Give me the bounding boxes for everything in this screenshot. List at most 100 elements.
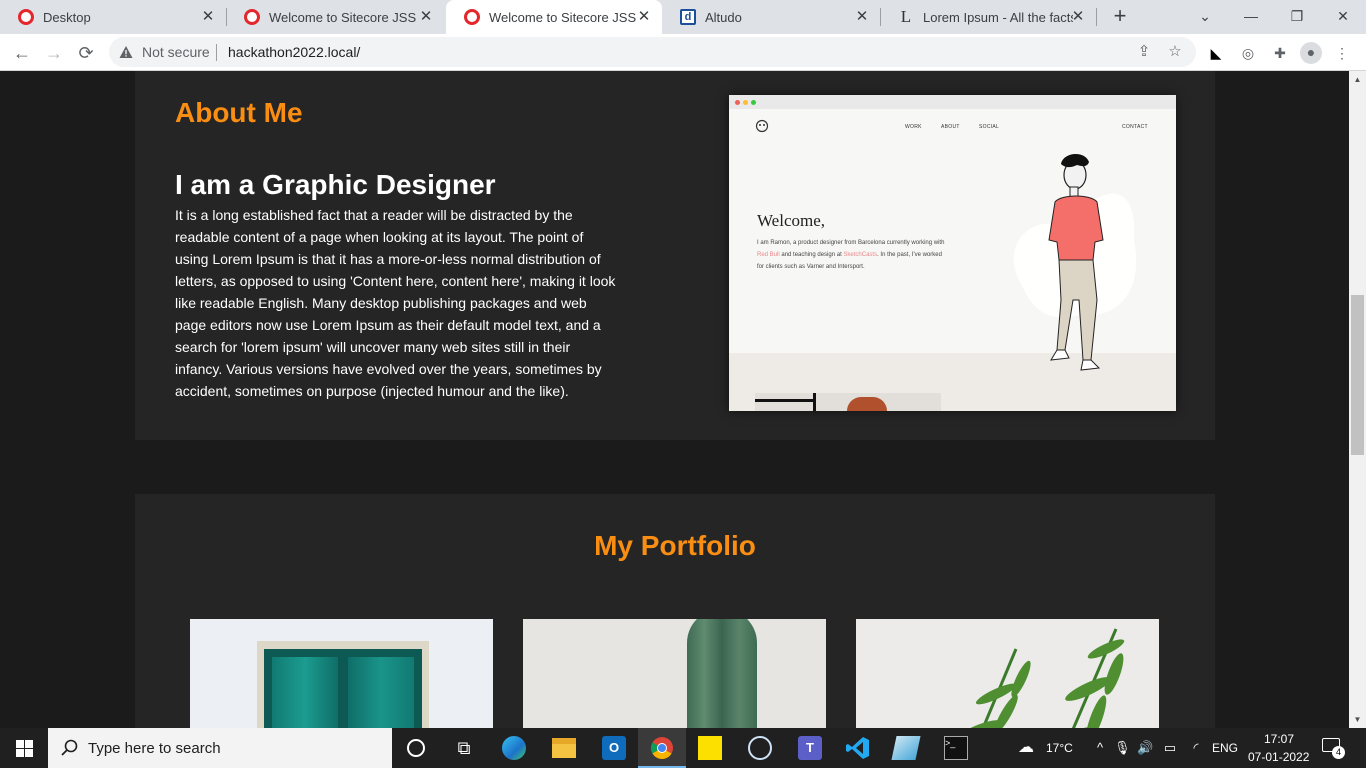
notification-center-button[interactable]: 4: [1322, 738, 1345, 759]
globe-icon: [748, 736, 772, 760]
clock-date[interactable]: 07-01-2022: [1248, 750, 1309, 764]
folder-icon: [552, 738, 576, 758]
share-icon[interactable]: ⇪: [1135, 43, 1153, 61]
cortana-button[interactable]: [392, 728, 440, 768]
taskbar-terminal[interactable]: >_: [932, 728, 980, 768]
close-icon[interactable]: ✕: [418, 9, 434, 25]
yellow-dot-icon: [743, 100, 748, 105]
chrome-icon: [651, 737, 673, 759]
about-body-text: It is a long established fact that a rea…: [175, 207, 616, 399]
opera-icon: [244, 9, 260, 25]
bookmark-star-icon[interactable]: ☆: [1166, 43, 1184, 61]
extension-circle-icon[interactable]: ◎: [1238, 43, 1258, 63]
task-view-button[interactable]: ⧉: [440, 728, 488, 768]
portfolio-card-window[interactable]: [190, 619, 493, 728]
taskbar-file-explorer[interactable]: [540, 728, 588, 768]
microphone-icon[interactable]: 🎙: [1114, 740, 1131, 756]
taskbar-edge[interactable]: [490, 728, 538, 768]
restore-button[interactable]: ❐: [1274, 0, 1320, 34]
tab-sitecore-active[interactable]: Welcome to Sitecore JSS ✕: [446, 0, 662, 34]
mockup-intro-a: I am Ramon, a product designer from Barc…: [757, 240, 945, 246]
illustration-person: [1013, 153, 1137, 371]
scroll-up-icon[interactable]: ▲: [1349, 71, 1366, 88]
task-view-icon: ⧉: [457, 738, 471, 758]
language-indicator[interactable]: ENG: [1212, 741, 1238, 755]
new-tab-button[interactable]: +: [1108, 5, 1132, 29]
weather-temperature[interactable]: 17°C: [1046, 741, 1073, 755]
green-dot-icon: [751, 100, 756, 105]
cactus-shape: [687, 619, 757, 728]
portfolio-card-cactus[interactable]: [523, 619, 826, 728]
address-bar[interactable]: Not secure hackathon2022.local/ ⇪ ☆: [109, 37, 1196, 67]
cortana-icon: [407, 739, 425, 757]
battery-icon[interactable]: ▭: [1162, 740, 1178, 756]
profile-avatar[interactable]: ●: [1300, 42, 1322, 64]
page-viewport: About Me I am a Graphic Designer It is a…: [0, 71, 1349, 728]
close-icon[interactable]: ✕: [854, 9, 870, 25]
mockup-logo-icon: [755, 119, 769, 133]
clock-time[interactable]: 17:07: [1264, 732, 1294, 746]
page-scrollbar[interactable]: ▲ ▼: [1349, 71, 1366, 728]
mockup-welcome: Welcome,: [757, 211, 826, 230]
lipsum-icon: L: [900, 7, 912, 26]
tab-altudo[interactable]: d Altudo ✕: [662, 0, 880, 34]
wifi-icon[interactable]: ◜: [1188, 740, 1204, 756]
close-icon[interactable]: ✕: [1070, 9, 1086, 25]
taskbar-search-placeholder[interactable]: Type here to search: [88, 740, 221, 757]
windows-start-icon[interactable]: [16, 740, 33, 757]
taskbar-app-blue[interactable]: [882, 728, 930, 768]
vscode-icon: [846, 737, 869, 759]
minimize-button[interactable]: —: [1228, 0, 1274, 34]
taskbar-search-box[interactable]: Type here to search: [48, 728, 392, 768]
opera-icon: [464, 9, 480, 25]
opera-icon: [18, 9, 34, 25]
windows-taskbar: Type here to search ⧉ O T >_ ☁ 17°C ^ 🎙 …: [0, 728, 1366, 768]
back-button[interactable]: ←: [8, 39, 36, 67]
close-icon[interactable]: ✕: [200, 9, 216, 25]
taskbar-teams[interactable]: T: [786, 728, 834, 768]
portfolio-section: My Portfolio: [135, 494, 1215, 728]
notification-count-badge: 4: [1332, 746, 1345, 759]
scrollbar-thumb[interactable]: [1351, 295, 1364, 455]
close-window-button[interactable]: ✕: [1320, 0, 1366, 34]
show-hidden-icons-chevron-icon[interactable]: ^: [1092, 740, 1108, 756]
forward-button[interactable]: →: [40, 39, 68, 67]
tab-lorem-ipsum[interactable]: L Lorem Ipsum - All the facts - ✕: [880, 0, 1096, 34]
about-section: About Me I am a Graphic Designer It is a…: [135, 71, 1215, 440]
tab-desktop[interactable]: Desktop ✕: [0, 0, 226, 34]
mockup-intro: I am Ramon, a product designer from Barc…: [757, 237, 947, 273]
close-icon[interactable]: ✕: [636, 9, 652, 25]
scroll-down-icon[interactable]: ▼: [1349, 711, 1366, 728]
search-icon: [61, 739, 78, 756]
taskbar-outlook[interactable]: O: [590, 728, 638, 768]
security-label[interactable]: Not secure: [142, 44, 210, 60]
window-shutters: [264, 649, 422, 728]
portfolio-card-fern[interactable]: [856, 619, 1159, 728]
mockup-window-bar: [729, 95, 1176, 109]
weather-cloud-icon[interactable]: ☁: [1014, 740, 1038, 756]
terminal-icon: >_: [944, 736, 968, 760]
d-icon: d: [680, 9, 696, 25]
teams-icon: T: [798, 736, 822, 760]
taskbar-globe-app[interactable]: [736, 728, 784, 768]
url-text[interactable]: hackathon2022.local/: [228, 44, 360, 60]
taskbar-sticky-notes[interactable]: [686, 728, 734, 768]
sticky-notes-icon: [698, 736, 722, 760]
about-heading: About Me: [175, 97, 303, 128]
tab-title: Lorem Ipsum - All the facts -: [923, 9, 1073, 25]
taskbar-vscode[interactable]: [834, 728, 882, 768]
menu-kebab-icon[interactable]: ⋮: [1332, 43, 1352, 63]
fern-leaves: [960, 628, 1125, 728]
volume-icon[interactable]: 🔊: [1137, 740, 1153, 756]
extension-icon[interactable]: ◣: [1206, 43, 1226, 63]
browser-toolbar: ← → ⟳ Not secure hackathon2022.local/ ⇪ …: [0, 34, 1366, 71]
tab-sitecore-1[interactable]: Welcome to Sitecore JSS ✕: [226, 0, 444, 34]
reload-button[interactable]: ⟳: [72, 39, 100, 67]
omnibox-divider: [216, 44, 217, 61]
tab-separator: [1096, 8, 1097, 26]
puzzle-icon[interactable]: ✚: [1270, 43, 1290, 63]
tab-search-chevron-icon[interactable]: ⌄: [1182, 0, 1228, 34]
taskbar-chrome[interactable]: [638, 728, 686, 768]
warning-icon[interactable]: [119, 45, 133, 59]
mockup-nav-social: SOCIAL: [979, 124, 1000, 130]
